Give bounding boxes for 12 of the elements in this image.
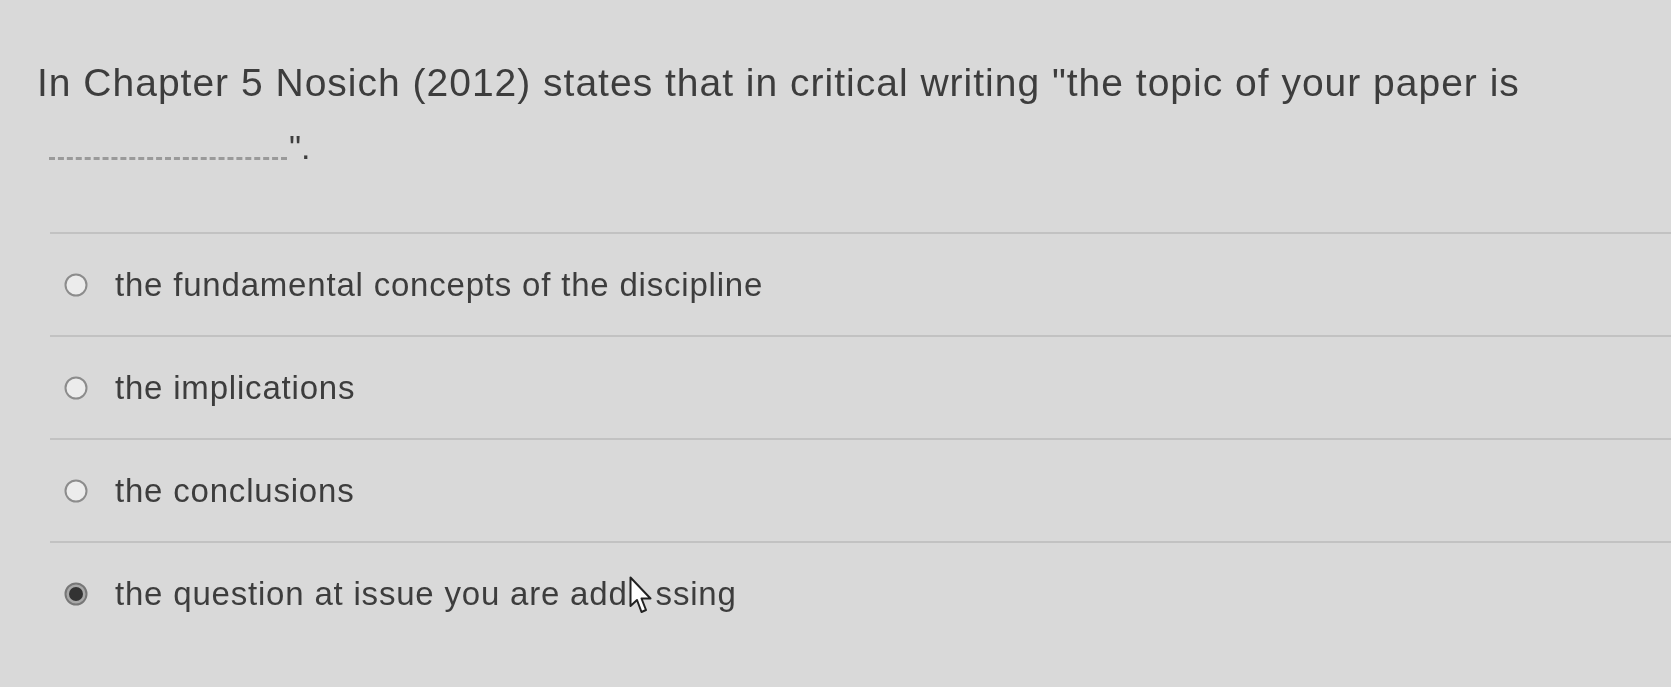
question-text: In Chapter 5 Nosich (2012) states that in critical writing "the topic of your paper is (37, 60, 1520, 106)
option-label[interactable]: the implications (115, 367, 356, 408)
option-label[interactable]: the question at issue you are add (115, 573, 628, 614)
pointer-cursor-icon (628, 575, 653, 616)
radio-button[interactable] (64, 581, 88, 606)
radio-button[interactable] (64, 272, 88, 297)
option-label[interactable]: the conclusions (115, 470, 355, 511)
option-label[interactable]: ssing (655, 573, 737, 614)
radio-button[interactable] (64, 375, 88, 400)
option-label[interactable]: the fundamental concepts of the discipline (115, 264, 764, 305)
question-text: ". (289, 130, 311, 164)
radio-button[interactable] (64, 478, 88, 503)
